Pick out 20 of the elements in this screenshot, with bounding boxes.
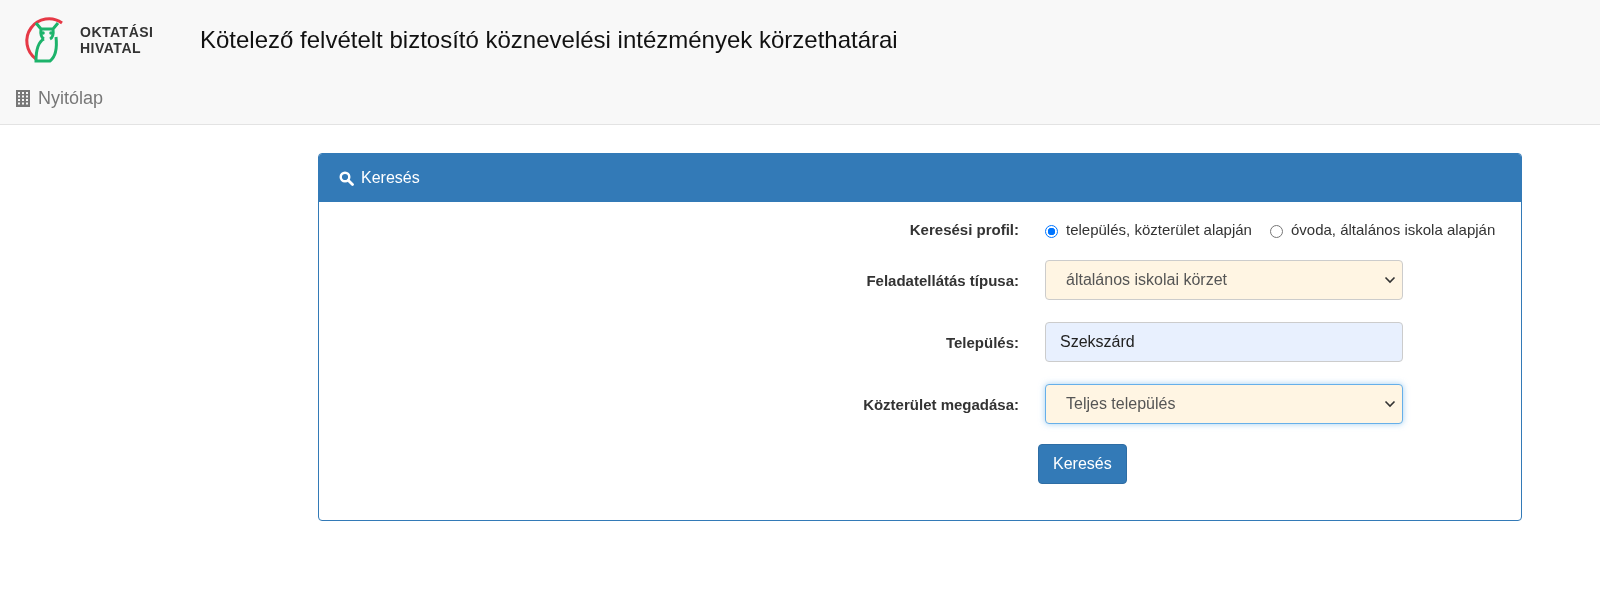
home-link[interactable]: Nyitólap (16, 88, 104, 109)
search-icon (339, 170, 354, 186)
chevron-down-icon (1384, 400, 1396, 408)
panel-title: Keresés (361, 169, 420, 187)
radio-button[interactable] (1269, 225, 1283, 238)
field-label: Település: (945, 333, 1019, 351)
field-label: Közterület megadása: (863, 395, 1019, 413)
chevron-down-icon (1384, 276, 1396, 284)
field-label: Feladatellátás típusa: (866, 271, 1019, 289)
dropdown[interactable]: általános iskolai körzet (1045, 260, 1403, 300)
search-button[interactable]: Keresés (1038, 444, 1127, 484)
field-label: Keresési profil: (909, 220, 1019, 238)
radio-button[interactable] (1045, 225, 1058, 238)
logo-text: OKTATÁSI HIVATAL (80, 24, 154, 56)
dropdown[interactable]: Teljes település (1045, 384, 1403, 424)
radio-option[interactable]: óvoda, általános iskola alapján (1269, 220, 1496, 238)
building-icon (16, 90, 30, 107)
page-title: Kötelező felvételt biztosító köznevelési intézmények körzethatárai (200, 26, 898, 54)
text-field[interactable]: Szekszárd (1045, 322, 1403, 362)
radio-option[interactable]: település, közterület alapján (1045, 220, 1252, 238)
